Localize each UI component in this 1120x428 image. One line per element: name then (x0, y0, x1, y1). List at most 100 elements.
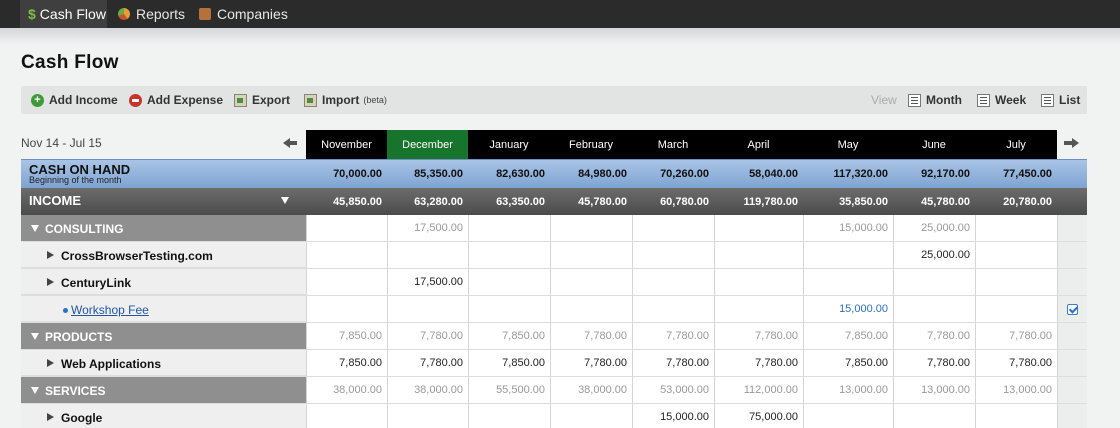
value-cell[interactable]: 7,780.00 (714, 350, 803, 376)
add-income-button[interactable]: + Add Income (31, 86, 118, 114)
value-cell[interactable] (550, 269, 632, 295)
month-header[interactable]: April (714, 130, 803, 159)
expand-caret-icon[interactable] (47, 251, 54, 259)
value-cell[interactable]: 7,780.00 (550, 350, 632, 376)
value-cell[interactable]: 7,780.00 (975, 350, 1057, 376)
value-cell[interactable]: 7,780.00 (387, 323, 468, 349)
category-row[interactable]: PRODUCTS 7,850.00 7,780.00 7,850.00 7,780.00… (21, 323, 1087, 350)
value-cell[interactable] (632, 215, 714, 241)
value-cell[interactable]: 7,780.00 (893, 350, 975, 376)
collapse-caret-icon[interactable] (31, 387, 39, 394)
value-cell[interactable]: 7,780.00 (975, 323, 1057, 349)
value-cell[interactable] (632, 296, 714, 322)
value-cell[interactable]: 7,780.00 (632, 350, 714, 376)
value-cell[interactable] (975, 296, 1057, 322)
import-button[interactable]: Import (beta) (304, 86, 387, 114)
value-cell[interactable] (387, 296, 468, 322)
value-cell[interactable]: 13,000.00 (803, 377, 893, 403)
recurring-checkbox[interactable] (1067, 304, 1078, 315)
value-cell[interactable] (468, 269, 550, 295)
value-cell[interactable]: 7,850.00 (468, 350, 550, 376)
value-cell[interactable] (975, 269, 1057, 295)
value-cell[interactable]: 38,000.00 (550, 377, 632, 403)
value-cell[interactable]: 17,500.00 (387, 215, 468, 241)
value-cell[interactable]: 7,780.00 (893, 323, 975, 349)
item-link[interactable]: Workshop Fee (71, 303, 149, 317)
value-cell[interactable]: 7,780.00 (632, 323, 714, 349)
collapse-caret-icon[interactable] (31, 225, 39, 232)
view-list-button[interactable]: List (1041, 86, 1080, 114)
expand-caret-icon[interactable] (47, 359, 54, 367)
value-cell[interactable] (975, 404, 1057, 428)
value-cell[interactable]: 7,850.00 (306, 350, 387, 376)
value-cell[interactable]: 15,000.00 (803, 296, 893, 322)
value-cell[interactable]: 38,000.00 (387, 377, 468, 403)
month-header[interactable]: March (632, 130, 714, 159)
value-cell[interactable] (550, 296, 632, 322)
value-cell[interactable] (468, 215, 550, 241)
value-cell[interactable] (306, 215, 387, 241)
expand-caret-icon[interactable] (47, 278, 54, 286)
subcategory-row[interactable]: Web Applications 7,850.00 7,780.00 7,850.00… (21, 350, 1087, 377)
value-cell[interactable] (306, 296, 387, 322)
value-cell[interactable]: 7,850.00 (803, 323, 893, 349)
month-header[interactable]: February (550, 130, 632, 159)
export-button[interactable]: Export (234, 86, 290, 114)
value-cell[interactable] (893, 269, 975, 295)
value-cell[interactable] (975, 242, 1057, 268)
value-cell[interactable] (632, 242, 714, 268)
value-cell[interactable] (306, 269, 387, 295)
month-header[interactable]: January (468, 130, 550, 159)
value-cell[interactable] (468, 242, 550, 268)
value-cell[interactable] (306, 242, 387, 268)
value-cell[interactable] (893, 296, 975, 322)
nav-reports[interactable]: Reports (118, 0, 185, 28)
value-cell[interactable]: 7,850.00 (306, 323, 387, 349)
nav-companies[interactable]: Companies (199, 0, 288, 28)
value-cell[interactable]: 15,000.00 (632, 404, 714, 428)
value-cell[interactable] (387, 242, 468, 268)
expand-caret-icon[interactable] (47, 413, 54, 421)
month-header[interactable]: November (306, 130, 387, 159)
value-cell[interactable] (468, 296, 550, 322)
value-cell[interactable]: 7,780.00 (550, 323, 632, 349)
value-cell[interactable] (714, 296, 803, 322)
value-cell[interactable] (714, 269, 803, 295)
value-cell[interactable]: 13,000.00 (893, 377, 975, 403)
value-cell[interactable]: 55,500.00 (468, 377, 550, 403)
value-cell[interactable] (714, 215, 803, 241)
category-row[interactable]: SERVICES 38,000.00 38,000.00 55,500.00 38,00… (21, 377, 1087, 404)
subcategory-row[interactable]: CenturyLink 17,500.00 (21, 269, 1087, 296)
value-cell[interactable] (550, 242, 632, 268)
view-month-button[interactable]: Month (908, 86, 962, 114)
item-row[interactable]: Workshop Fee 15,000.00 (21, 296, 1087, 323)
value-cell[interactable] (387, 404, 468, 428)
view-week-button[interactable]: Week (977, 86, 1026, 114)
collapse-caret-icon[interactable] (281, 197, 289, 204)
value-cell[interactable] (550, 215, 632, 241)
value-cell[interactable] (632, 269, 714, 295)
value-cell[interactable] (803, 404, 893, 428)
subcategory-row[interactable]: Google 15,000.00 75,000.00 (21, 404, 1087, 428)
value-cell[interactable]: 25,000.00 (893, 242, 975, 268)
value-cell[interactable] (550, 404, 632, 428)
subcategory-row[interactable]: CrossBrowserTesting.com 25,000.00 (21, 242, 1087, 269)
value-cell[interactable]: 112,000.00 (714, 377, 803, 403)
collapse-caret-icon[interactable] (31, 333, 39, 340)
value-cell[interactable]: 53,000.00 (632, 377, 714, 403)
value-cell[interactable] (468, 404, 550, 428)
value-cell[interactable] (306, 404, 387, 428)
value-cell[interactable] (803, 269, 893, 295)
value-cell[interactable] (714, 242, 803, 268)
value-cell[interactable]: 25,000.00 (893, 215, 975, 241)
income-row[interactable]: INCOME 45,850.00 63,280.00 63,350.00 45,… (21, 188, 1087, 215)
month-header[interactable]: July (975, 130, 1057, 159)
nav-cash-flow[interactable]: $ Cash Flow (20, 0, 107, 28)
month-header[interactable]: May (803, 130, 893, 159)
category-row[interactable]: CONSULTING 17,500.00 15,000.00 25,000.00 (21, 215, 1087, 242)
value-cell[interactable] (803, 242, 893, 268)
value-cell[interactable]: 75,000.00 (714, 404, 803, 428)
month-header[interactable]: June (893, 130, 975, 159)
add-expense-button[interactable]: Add Expense (129, 86, 223, 114)
value-cell[interactable]: 7,850.00 (468, 323, 550, 349)
